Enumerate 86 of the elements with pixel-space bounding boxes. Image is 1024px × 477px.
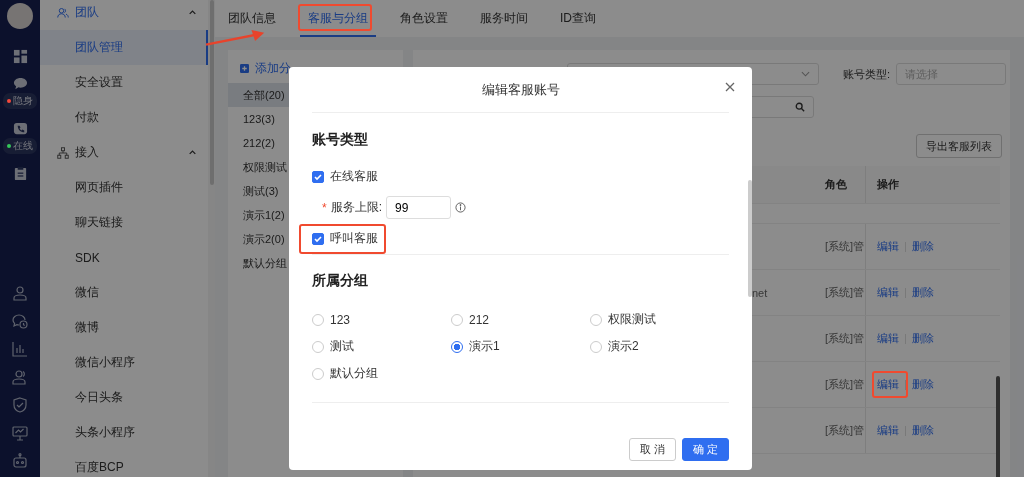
column-header: 操作 [865, 166, 1000, 203]
table-cell: [系统]管 [825, 331, 865, 346]
check-icon [313, 233, 323, 244]
delete-link[interactable]: 删除 [912, 423, 934, 438]
checkbox[interactable]: 在线客服 [312, 168, 378, 185]
confirm-button[interactable]: 确 定 [682, 438, 729, 461]
menu-section[interactable]: 接入 [40, 135, 208, 170]
menu-item[interactable]: 今日头条 [40, 380, 208, 415]
edit-link[interactable]: 编辑 [877, 331, 899, 346]
robot-icon[interactable] [12, 453, 28, 469]
chat-clock-icon[interactable] [12, 313, 28, 329]
hierarchy-icon [57, 146, 69, 159]
section-heading: 所属分组 [312, 272, 369, 290]
menu-item[interactable]: 微信 [40, 275, 208, 310]
edit-link[interactable]: 编辑 [877, 377, 899, 392]
tab[interactable]: ID查询 [552, 0, 604, 37]
person-icon[interactable] [12, 285, 28, 301]
edit-link[interactable]: 编辑 [877, 285, 899, 300]
info-icon[interactable] [455, 202, 466, 213]
dialog-title: 编辑客服账号 [481, 80, 560, 99]
dashboard-icon[interactable] [12, 49, 28, 64]
close-icon[interactable] [725, 82, 735, 92]
service-limit-input[interactable]: 99 [386, 196, 451, 219]
clipboard-icon[interactable] [12, 166, 28, 181]
required-mark: * [322, 200, 327, 215]
scrollbar-thumb[interactable] [996, 376, 1000, 477]
menu-item[interactable]: 安全设置 [40, 65, 208, 100]
menu-item[interactable]: 团队管理 [40, 30, 208, 65]
radio-circle[interactable] [451, 340, 463, 353]
menu-item[interactable]: 头条小程序 [40, 415, 208, 450]
radio-button[interactable]: 权限测试 [590, 306, 729, 333]
chevron-down-icon [800, 71, 810, 77]
scrollbar-thumb[interactable] [748, 180, 752, 297]
radio-button[interactable]: 123 [312, 306, 451, 333]
menu-item[interactable]: 聊天链接 [40, 205, 208, 240]
table-cell: net [752, 286, 768, 299]
menu-item[interactable]: 付款 [40, 100, 208, 135]
menu-item[interactable]: 网页插件 [40, 170, 208, 205]
avatar[interactable] [7, 3, 33, 29]
status-badge[interactable]: 隐身 [3, 93, 37, 109]
checkbox[interactable]: 呼叫客服 [312, 230, 378, 247]
bar-chart-icon[interactable] [12, 341, 28, 357]
tab[interactable]: 角色设置 [392, 0, 456, 37]
check-icon [313, 171, 323, 182]
radio-button[interactable]: 默认分组 [312, 360, 451, 387]
add-icon[interactable] [240, 63, 249, 73]
checkbox-box[interactable] [312, 232, 324, 245]
field-label: 服务上限: [330, 199, 382, 216]
menu-item[interactable]: 百度BCP [40, 450, 208, 477]
team-icon [57, 6, 69, 19]
table-cell: [系统]管 [825, 239, 865, 254]
phone-icon[interactable] [12, 121, 28, 136]
checkbox-box[interactable] [312, 170, 324, 183]
status-badge[interactable]: 在线 [3, 138, 37, 154]
export-button[interactable]: 导出客服列表 [916, 134, 1002, 158]
tab[interactable]: 团队信息 [220, 0, 284, 37]
menu-section[interactable]: 团队 [40, 0, 208, 30]
person-icon[interactable] [12, 369, 28, 385]
table-cell: [系统]管 [825, 285, 865, 300]
column-header: 角色 [824, 177, 848, 192]
section-heading: 账号类型 [312, 131, 369, 149]
delete-link[interactable]: 删除 [912, 377, 934, 392]
chat-icon[interactable] [12, 76, 28, 91]
table-cell: [系统]管 [825, 377, 865, 392]
tab[interactable]: 服务时间 [472, 0, 536, 37]
delete-link[interactable]: 删除 [912, 331, 934, 346]
monitor-icon[interactable] [12, 425, 28, 441]
filter-label: 账号类型: [842, 66, 890, 82]
menu-item[interactable]: 微信小程序 [40, 345, 208, 380]
radio-button[interactable]: 测试 [312, 333, 451, 360]
tab[interactable]: 客服与分组 [300, 0, 376, 37]
menu-item[interactable]: 微博 [40, 310, 208, 345]
search-icon[interactable] [795, 102, 805, 112]
radio-button[interactable]: 演示2 [590, 333, 729, 360]
delete-link[interactable]: 删除 [912, 239, 934, 254]
scrollbar-thumb[interactable] [209, 0, 214, 185]
shield-icon[interactable] [12, 397, 28, 413]
menu-item[interactable]: SDK [40, 240, 208, 275]
radio-button[interactable]: 演示1 [451, 333, 590, 360]
delete-link[interactable]: 删除 [912, 285, 934, 300]
add-group-link[interactable]: 添加分 [255, 59, 291, 77]
radio-button[interactable]: 212 [451, 306, 590, 333]
cancel-button[interactable]: 取 消 [629, 438, 676, 461]
edit-link[interactable]: 编辑 [877, 239, 899, 254]
edit-link[interactable]: 编辑 [877, 423, 899, 438]
table-cell: [系统]管 [825, 423, 865, 438]
